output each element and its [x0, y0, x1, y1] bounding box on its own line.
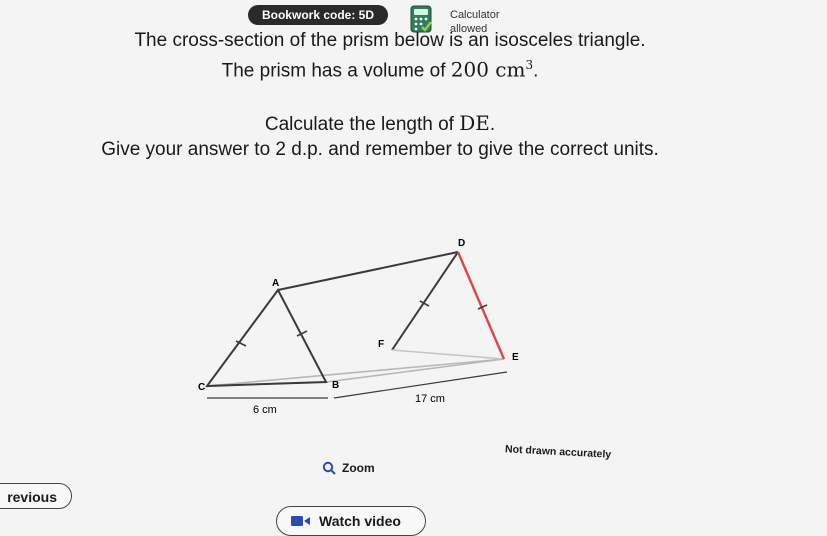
edge-d-f [391, 251, 459, 351]
edge-d-e [456, 251, 506, 360]
previous-button[interactable]: revious [0, 483, 72, 509]
hidden-edge-c-e [206, 358, 505, 387]
zoom-label: Zoom [342, 461, 375, 475]
prism-length-label: 17 cm [415, 393, 445, 405]
prism-diagram: A C B D E F 6 cm 17 cm [198, 238, 519, 416]
edge-a-d [277, 251, 459, 291]
label-c: C [198, 382, 205, 393]
label-e: E [512, 352, 519, 363]
label-a: A [272, 278, 279, 289]
magnifier-icon [322, 461, 336, 475]
watch-video-button[interactable]: Watch video [276, 506, 426, 536]
front-triangle [204, 288, 328, 388]
edge-f-e [391, 349, 505, 360]
zoom-button[interactable]: Zoom [322, 461, 375, 475]
base-length-label: 6 cm [253, 404, 277, 416]
video-camera-icon [291, 516, 310, 526]
label-b: B [332, 380, 339, 391]
label-f: F [378, 339, 384, 350]
label-d: D [458, 238, 465, 249]
hidden-edge-b-e [325, 358, 505, 383]
